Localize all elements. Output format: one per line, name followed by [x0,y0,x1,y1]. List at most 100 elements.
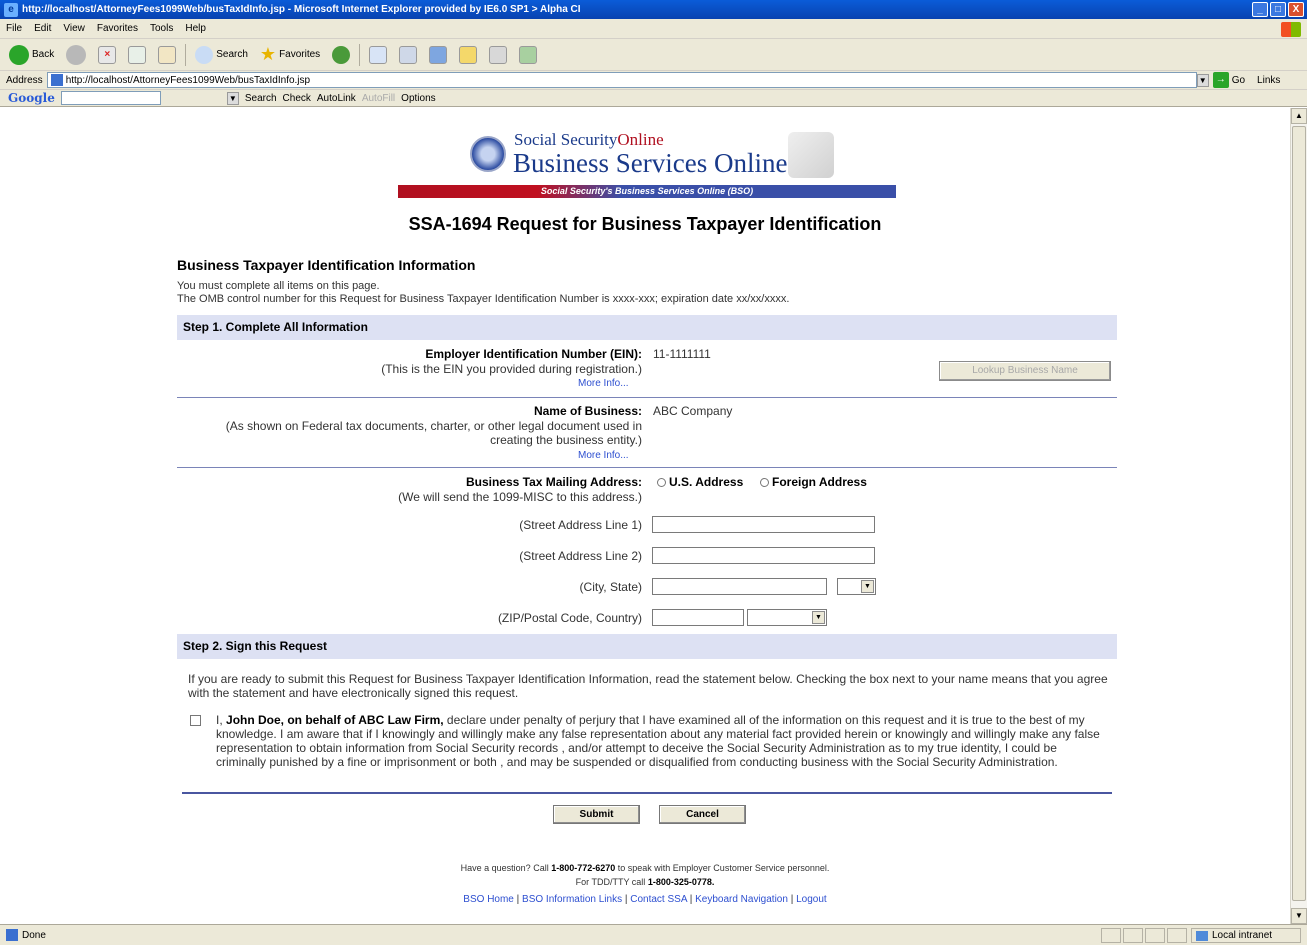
logout-link[interactable]: Logout [796,894,827,905]
address-input[interactable]: http://localhost/AttorneyFees1099Web/bus… [46,72,1197,88]
scroll-up-icon[interactable]: ▲ [1291,108,1307,124]
print-button[interactable] [396,43,420,67]
business-name-value: ABC Company [653,404,733,418]
business-name-more-info-link[interactable]: More Info... [578,450,629,461]
edit-icon [429,45,448,64]
state-select[interactable]: ▼ [837,578,876,595]
minimize-button[interactable]: _ [1252,2,1268,17]
status-panes [1101,928,1187,943]
close-button[interactable]: X [1288,2,1304,17]
star-icon: ★ [259,44,277,64]
section-heading: Business Taxpayer Identification Informa… [177,257,476,273]
stop-button[interactable]: × [95,43,119,67]
search-button[interactable]: Search [192,43,251,67]
foreign-address-radio-label[interactable]: Foreign Address [772,475,867,489]
city-input[interactable] [652,578,827,595]
google-autolink-button[interactable]: AutoLink [317,93,356,104]
contact-ssa-link[interactable]: Contact SSA [630,894,687,905]
menu-file[interactable]: File [6,23,22,34]
declaration-text: I, John Doe, on behalf of ABC Law Firm, … [216,713,1100,769]
google-dropdown-icon[interactable]: ▼ [226,91,239,105]
footer-phone-line: Have a question? Call 1-800-772-6270 to … [460,863,830,873]
street2-input[interactable] [652,547,875,564]
google-search-button[interactable]: Search [245,93,277,104]
bso-home-link[interactable]: BSO Home [463,894,514,905]
step2-heading: Step 2. Sign this Request [177,634,1117,659]
ein-label: Employer Identification Number (EIN): [425,347,642,361]
dropdown-arrow-icon: ▼ [812,611,825,624]
google-check-button[interactable]: Check [283,93,311,104]
maximize-button[interactable]: □ [1270,2,1286,17]
google-logo[interactable]: Google [8,91,55,105]
menu-help[interactable]: Help [185,23,206,34]
folder-button[interactable] [456,43,480,67]
window-title: http://localhost/AttorneyFees1099Web/bus… [22,4,581,15]
sign-instruction: If you are ready to submit this Request … [188,672,1108,700]
business-name-note: (As shown on Federal tax documents, char… [225,419,642,447]
step1-heading: Step 1. Complete All Information [177,315,1117,340]
menu-view[interactable]: View [63,23,85,34]
favorites-button[interactable]: ★ Favorites [257,43,323,67]
bso-information-links-link[interactable]: BSO Information Links [522,894,622,905]
intranet-icon [1196,930,1208,941]
address-label: Address [6,74,43,86]
us-address-radio-label[interactable]: U.S. Address [669,475,743,489]
ie-icon: e [4,2,18,17]
forward-button[interactable] [63,43,89,67]
refresh-button[interactable] [125,43,149,67]
window-titlebar: e http://localhost/AttorneyFees1099Web/b… [0,0,1307,19]
browser-toolbar: Back × Search ★ Favorites [0,39,1307,71]
go-arrow-icon: → [1212,72,1229,88]
foreign-address-radio[interactable] [760,478,769,487]
zip-input[interactable] [652,609,744,626]
research-button[interactable] [486,43,510,67]
mail-button[interactable] [366,43,390,67]
address-bar: Address http://localhost/AttorneyFees109… [0,71,1307,90]
agree-checkbox[interactable] [190,715,201,726]
footer-links: BSO Home | BSO Information Links | Conta… [463,894,827,905]
zip-country-label: (ZIP/Postal Code, Country) [497,611,642,625]
cancel-button[interactable]: Cancel [659,805,746,824]
page-title: SSA-1694 Request for Business Taxpayer I… [408,214,882,234]
print-icon [399,45,418,64]
mailing-address-label: Business Tax Mailing Address: [465,475,642,489]
submit-button[interactable]: Submit [553,805,640,824]
menu-edit[interactable]: Edit [34,23,51,34]
keyboard-navigation-link[interactable]: Keyboard Navigation [695,894,788,905]
divider [182,792,1112,794]
signer-name: John Doe, on behalf of ABC Law Firm, [226,713,444,727]
menu-favorites[interactable]: Favorites [97,23,138,34]
address-dropdown-icon[interactable]: ▼ [1196,73,1209,87]
back-button[interactable]: Back [6,43,57,67]
ein-note: (This is the EIN you provided during reg… [381,362,642,376]
lookup-business-name-button[interactable]: Lookup Business Name [939,361,1111,381]
street1-label: (Street Address Line 1) [519,518,642,532]
security-zone: Local intranet [1191,928,1301,943]
messenger-button[interactable] [516,43,540,67]
scroll-thumb[interactable] [1292,126,1306,901]
city-state-label: (City, State) [579,580,642,594]
google-options-button[interactable]: Options [401,93,435,104]
page-done-icon [6,929,18,941]
google-autofill-button[interactable]: AutoFill [362,93,395,104]
edit-button[interactable] [426,43,450,67]
search-icon [195,45,214,64]
menu-tools[interactable]: Tools [150,23,173,34]
vertical-scrollbar[interactable]: ▲ ▼ [1290,108,1307,924]
google-search-input[interactable] [60,91,161,105]
us-address-radio[interactable] [657,478,666,487]
toolbar-separator [185,43,187,66]
scroll-down-icon[interactable]: ▼ [1291,908,1307,924]
ein-more-info-link[interactable]: More Info... [578,378,629,389]
country-select[interactable]: ▼ [747,609,827,626]
refresh-icon [128,45,147,64]
street1-input[interactable] [652,516,875,533]
home-button[interactable] [155,43,179,67]
ein-value: 11-1111111 [653,347,711,361]
menu-bar: File Edit View Favorites Tools Help [0,19,1307,39]
links-button[interactable]: Links [1257,75,1280,86]
go-button[interactable]: → Go [1212,72,1245,88]
history-button[interactable] [329,43,353,67]
bso-logo: Social SecurityOnline Business Services … [398,128,898,210]
street2-label: (Street Address Line 2) [519,549,642,563]
